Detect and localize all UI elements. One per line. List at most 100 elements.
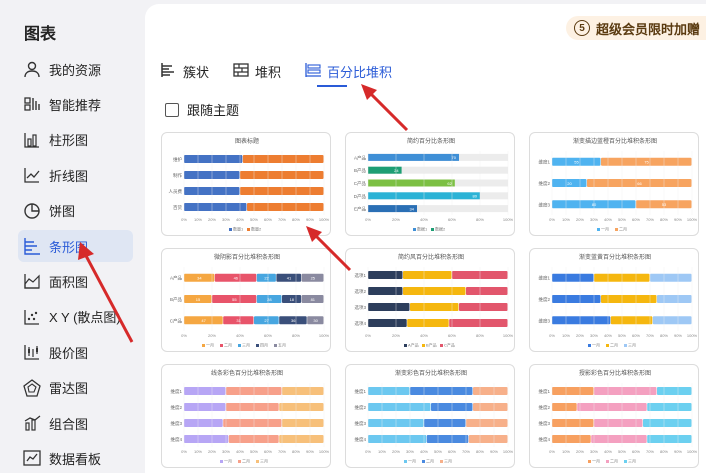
tick-label: 20% (392, 217, 400, 222)
sidebar: 图表 我的资源 智能推荐柱形图 折线图饼图条形图面积图 X Y (散点图) 股价图雷达图… (0, 0, 145, 473)
row-label: A产品 (354, 154, 367, 161)
chart-template-thumbnail[interactable]: 授影彩色百分比堆积条形图 维度1 维度2 维度3 维度4 0% 10% 20% 30% 40% 50… (529, 364, 699, 468)
bar-segment (242, 155, 324, 163)
sidebar-item-dashboard[interactable]: 数据看板 (18, 442, 133, 473)
chart-template-thumbnail[interactable]: 渐变蓝黄百分比堆积条形图 维度1 维度2 维度3 0% 10% 20% 30% 40% 50% 60… (529, 248, 699, 352)
sidebar-item-pie-chart[interactable]: 饼图 (18, 195, 133, 227)
bar-segment (282, 387, 324, 395)
data-label: 81 (311, 297, 316, 302)
follow-theme-checkbox[interactable] (165, 102, 179, 117)
tick-label: 0% (365, 217, 371, 222)
sidebar-item-column-chart[interactable]: 柱形图 (18, 124, 133, 156)
tick-label: 30% (222, 217, 230, 222)
sidebar-item-label: X Y (散点图) (49, 310, 121, 326)
row-label: 维度4 (354, 436, 366, 443)
legend-swatch (422, 460, 425, 463)
chart-template-thumbnail[interactable]: 微阴影百分比堆积条形图 A产品 34 46 22 41 25 B产品 15 55 28 18 81 C产品… (161, 248, 331, 352)
sidebar-item-bar-chart[interactable]: 条形图 (18, 230, 133, 262)
chart-template-thumbnail[interactable]: 渐变彩色百分比堆积条形图 维度1 维度2 维度3 维度4 0% 10% 20% 30% 40% 50… (345, 364, 515, 468)
bar-segment (410, 303, 459, 311)
tab-clustered[interactable]: 簇状 (161, 60, 209, 82)
tick-label: 0% (181, 217, 187, 222)
legend-label: 二月 (242, 459, 250, 464)
row-label: E产品 (354, 206, 367, 213)
legend-swatch (256, 344, 259, 347)
tick-label: 0% (549, 449, 555, 454)
tick-label: 40% (604, 333, 612, 338)
tick-label: 20% (208, 333, 216, 338)
legend-label: 三月 (628, 343, 636, 348)
data-label: 62 (447, 181, 452, 186)
tick-label: 70% (462, 449, 470, 454)
thumbnail-title: 简约风百分比堆积条形图 (398, 253, 464, 261)
tick-label: 50% (250, 449, 258, 454)
bar-segment (368, 179, 455, 187)
legend-label: 三月 (242, 343, 250, 348)
chart-template-thumbnail[interactable]: 线条彩色百分比堆积条形图 维度1 维度2 维度3 维度4 0% 10% 20% 30% 40% 50… (161, 364, 331, 468)
chart-template-thumbnail[interactable]: 简约百分比条形图 A产品 70 B产品 24 C产品 62 D产品 80 E产品 34 0% 20% 40… (345, 132, 515, 236)
sidebar-item-scatter-chart[interactable]: X Y (散点图) (18, 301, 133, 333)
sidebar-title: 图表 (24, 26, 57, 43)
sidebar-item-smart-recommend[interactable]: 智能推荐 (18, 88, 133, 120)
bar-segment (184, 419, 223, 427)
sidebar-item-radar-chart[interactable]: 雷达图 (18, 372, 133, 404)
bar-segment (552, 435, 591, 443)
tick-label: 30% (222, 449, 230, 454)
sidebar-item-line-chart[interactable]: 折线图 (18, 159, 133, 191)
tab-stacked[interactable]: 堆积 (233, 60, 281, 82)
legend-label: 二月 (224, 343, 232, 348)
vip-promo-banner[interactable]: 5 超级会员限时加赠 (565, 16, 706, 40)
chart-template-thumbnail[interactable]: 简约风百分比堆积条形图 选项1 选项2 选项3 选项4 0% 20% 40% 60% 80% 100… (345, 248, 515, 352)
tick-label: 100% (687, 449, 698, 454)
legend-swatch (202, 344, 205, 347)
legend-label: 二月 (610, 459, 618, 464)
row-label: 维度1 (354, 388, 366, 395)
bar-segment (279, 403, 324, 411)
bar-segment (368, 271, 403, 279)
chart-template-thumbnail[interactable]: 渐变描边蓝橙百分比堆积条形图 维度1 55 75 维度2 20 66 维度3 80 53 0% 10%… (529, 132, 699, 236)
sidebar-item-user[interactable]: 我的资源 (18, 53, 133, 85)
legend-label: 一月 (408, 459, 416, 464)
tick-label: 10% (378, 449, 386, 454)
bar-segment (228, 435, 279, 443)
scatter-chart-icon (23, 308, 41, 326)
bar-segment (184, 155, 243, 163)
tick-label: 80% (660, 217, 668, 222)
chart-template-thumbnail[interactable]: 图表标题 维护 制作 人员费 百货 0% 10% 20% 30% 40% 50% 60% 70% 80% 9… (161, 132, 331, 236)
thumbnail-title: 渐变蓝黄百分比堆积条形图 (579, 253, 651, 261)
bar-segment (368, 303, 410, 311)
row-label: 维度4 (538, 436, 550, 443)
chart-subtype-tabs: 簇状 堆积 百分比堆积 (161, 60, 416, 82)
legend-label: 一月 (206, 343, 214, 348)
sidebar-item-area-chart[interactable]: 面积图 (18, 265, 133, 297)
dashboard-icon (23, 449, 41, 467)
bar-segment (466, 419, 508, 427)
row-label: 维度1 (538, 275, 550, 282)
data-label: 55 (574, 160, 579, 165)
legend-label: A产品 (408, 342, 419, 348)
bar-segment (577, 403, 647, 411)
follow-theme-toggle[interactable]: 跟随主题 (165, 100, 239, 119)
legend-swatch (431, 228, 434, 231)
sidebar-item-stock-chart[interactable]: 股价图 (18, 336, 133, 368)
tick-label: 20% (576, 449, 584, 454)
tab-percent-stacked[interactable]: 百分比堆积 (305, 60, 392, 82)
tick-label: 0% (549, 333, 555, 338)
row-label: 维度4 (170, 436, 182, 443)
row-label: 选项4 (354, 320, 366, 327)
legend-label: 一月 (592, 459, 600, 464)
data-label: 22 (264, 276, 269, 281)
tick-label: 90% (306, 449, 314, 454)
tick-label: 20% (208, 217, 216, 222)
bar-segment (647, 435, 692, 443)
sidebar-item-combo-chart[interactable]: 组合图 (18, 407, 133, 439)
bar-segment (279, 435, 324, 443)
row-label: 维度3 (538, 420, 550, 427)
bar-segment (468, 435, 508, 443)
clustered-bar-icon (161, 62, 177, 80)
sidebar-item-label: 条形图 (49, 239, 89, 255)
row-label: 制作 (173, 172, 182, 179)
row-label: D产品 (354, 193, 367, 200)
tick-label: 80% (292, 333, 300, 338)
legend-swatch (274, 344, 277, 347)
